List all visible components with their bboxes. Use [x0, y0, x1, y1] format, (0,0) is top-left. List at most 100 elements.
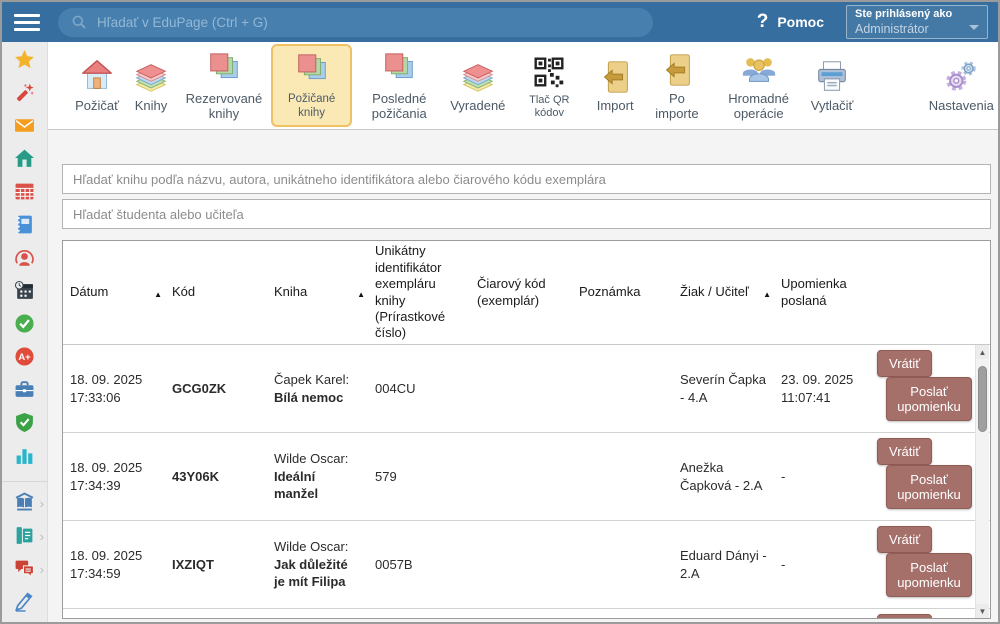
layers-icon: [132, 56, 170, 96]
notebook-icon: [14, 214, 35, 240]
loans-table: Dátum▲KódKniha▲Unikátny identifikátor ex…: [62, 240, 991, 619]
library-icon: [14, 492, 35, 518]
toolbar-item-label: Tlač QR kódov: [519, 94, 579, 119]
toolbar-item-pozicat[interactable]: Požičať: [70, 50, 124, 121]
column-header-2[interactable]: Kód: [165, 284, 267, 300]
book-cell: Čapek Karel:Bílá nemoc: [267, 367, 368, 410]
copy-identifier: 579: [368, 464, 470, 490]
toolbar-item-tlac-qr-kodov[interactable]: Tlač QR kódov: [510, 45, 588, 126]
sidebar-item-wizard[interactable]: [2, 84, 47, 106]
check-icon: [14, 313, 35, 339]
toolbar-item-pozicane-knihy[interactable]: Požičané knihy: [271, 44, 352, 126]
return-book-button[interactable]: Vrátiť: [877, 438, 932, 465]
help-label: Pomoc: [777, 14, 824, 30]
sidebar-item-agenda[interactable]: [2, 381, 47, 403]
reminder-sent: 23. 09. 2025 11:07:41: [774, 367, 875, 410]
global-search-input[interactable]: [97, 15, 640, 30]
help-button[interactable]: ? Pomoc: [757, 11, 824, 33]
toolbar-item-label: Vyradené: [450, 99, 505, 114]
toolbar-item-label: Požičané knihy: [280, 93, 343, 119]
column-header-3[interactable]: Kniha▲: [267, 284, 368, 300]
column-header-1[interactable]: Dátum▲: [63, 284, 165, 300]
timetable-icon: [14, 181, 35, 207]
sidebar-item-supervision[interactable]: [2, 414, 47, 436]
scroll-up-icon[interactable]: ▲: [976, 345, 989, 359]
book-title: Bílá nemoc: [274, 389, 362, 407]
return-book-button[interactable]: Vrátiť: [877, 526, 932, 553]
toolbar-item-knihy[interactable]: Knihy: [125, 50, 177, 121]
book-author: Wilde Oscar:: [274, 450, 362, 468]
toolbar-item-hromadne-operacie[interactable]: Hromadné operácie: [713, 43, 805, 129]
barcode: [470, 385, 572, 393]
row-actions: VrátiťPoslať upomienku: [875, 609, 974, 618]
table-header-row: Dátum▲KódKniha▲Unikátny identifikátor ex…: [63, 241, 990, 345]
toolbar-item-nastavenia[interactable]: Nastavenia: [926, 50, 997, 121]
book-search-input[interactable]: [62, 164, 991, 194]
note: [572, 385, 673, 393]
plancal-icon: [14, 280, 35, 306]
sidebar-item-home[interactable]: [2, 150, 47, 172]
send-reminder-button[interactable]: Poslať upomienku: [886, 553, 972, 597]
person-search-input[interactable]: [62, 199, 991, 229]
sidebar-item-results[interactable]: [2, 447, 47, 469]
toolbar-item-label: Hromadné operácie: [722, 92, 796, 122]
menu-icon[interactable]: [14, 14, 40, 31]
row-actions: VrátiťPoslať upomienku: [875, 345, 974, 432]
toolbar-item-label: Rezervované knihy: [186, 92, 263, 122]
chevron-down-icon: [969, 25, 979, 30]
toolbar-item-vytlacit[interactable]: Vytlačiť: [806, 50, 859, 121]
toolbar-item-vyradene[interactable]: Vyradené: [446, 50, 509, 121]
column-header-7[interactable]: Žiak / Učiteľ▲: [673, 284, 774, 300]
documents-icon: [14, 525, 35, 551]
sidebar-item-signing[interactable]: [2, 593, 47, 615]
sort-ascending-icon: ▲: [357, 290, 365, 300]
search-icon: [71, 14, 87, 30]
sidebar-item-library[interactable]: ›: [2, 494, 47, 516]
toolbar-item-posledne-pozicania[interactable]: Posledné požičania: [353, 43, 445, 129]
sidebar-item-documents[interactable]: ›: [2, 527, 47, 549]
person-icon: [14, 247, 35, 273]
loan-date: 18. 09. 2025 17:33:06: [63, 367, 165, 410]
column-header-5[interactable]: Čiarový kód (exemplár): [470, 276, 572, 309]
column-header-8[interactable]: Upomienka poslaná: [774, 276, 875, 309]
toolbar-item-po-importe[interactable]: Po importe: [642, 43, 712, 129]
column-header-4[interactable]: Unikátny identifikátor exempláru knihy (…: [368, 243, 470, 341]
scrollbar-thumb[interactable]: [978, 366, 987, 432]
sidebar-item-favorites[interactable]: [2, 51, 47, 73]
sidebar-item-classbook[interactable]: [2, 216, 47, 238]
wand-icon: [14, 82, 35, 108]
table-row: 18. 09. 2025 17:34:59IXZIQTWilde Oscar:J…: [63, 521, 990, 609]
send-reminder-button[interactable]: Poslať upomienku: [886, 465, 972, 509]
return-book-button[interactable]: Vrátiť: [877, 614, 932, 618]
sidebar-divider: [2, 481, 47, 482]
user-menu[interactable]: Ste prihlásený ako Administrátor: [846, 5, 988, 39]
sidebar-item-attendance[interactable]: [2, 315, 47, 337]
send-reminder-button[interactable]: Poslať upomienku: [886, 377, 972, 421]
house-icon: [78, 56, 116, 96]
signed-in-user: Administrátor: [855, 22, 952, 37]
loan-code: IXZIQT: [165, 552, 267, 578]
note: [572, 473, 673, 481]
sidebar-item-students[interactable]: [2, 249, 47, 271]
global-search[interactable]: [58, 8, 653, 37]
sidebar-item-timetable[interactable]: [2, 183, 47, 205]
sidebar-item-mail[interactable]: [2, 117, 47, 139]
home-icon: [14, 148, 35, 174]
import-icon: [658, 49, 696, 89]
student-teacher: Anežka Čapková - 2.A: [673, 455, 774, 498]
toolbar-item-import[interactable]: Import: [589, 50, 641, 121]
table-scrollbar[interactable]: ▲ ▼: [975, 345, 989, 618]
content-area: Dátum▲KódKniha▲Unikátny identifikátor ex…: [48, 130, 998, 622]
chevron-right-icon: ›: [40, 563, 44, 576]
toolbar-item-rezervovane-knihy[interactable]: Rezervované knihy: [178, 43, 270, 129]
column-header-6[interactable]: Poznámka: [572, 284, 673, 300]
sidebar-item-grades[interactable]: A+: [2, 348, 47, 370]
star-icon: [14, 49, 35, 75]
sidebar-item-plans[interactable]: [2, 282, 47, 304]
top-bar: ? Pomoc Ste prihlásený ako Administrátor: [2, 2, 998, 42]
scroll-down-icon[interactable]: ▼: [976, 604, 989, 618]
sidebar-item-communication[interactable]: ›: [2, 560, 47, 582]
book-author: Čapek Karel:: [274, 371, 362, 389]
return-book-button[interactable]: Vrátiť: [877, 350, 932, 377]
table-row: 18. 09. 2025 17:33:06GCG0ZKČapek Karel:B…: [63, 345, 990, 433]
